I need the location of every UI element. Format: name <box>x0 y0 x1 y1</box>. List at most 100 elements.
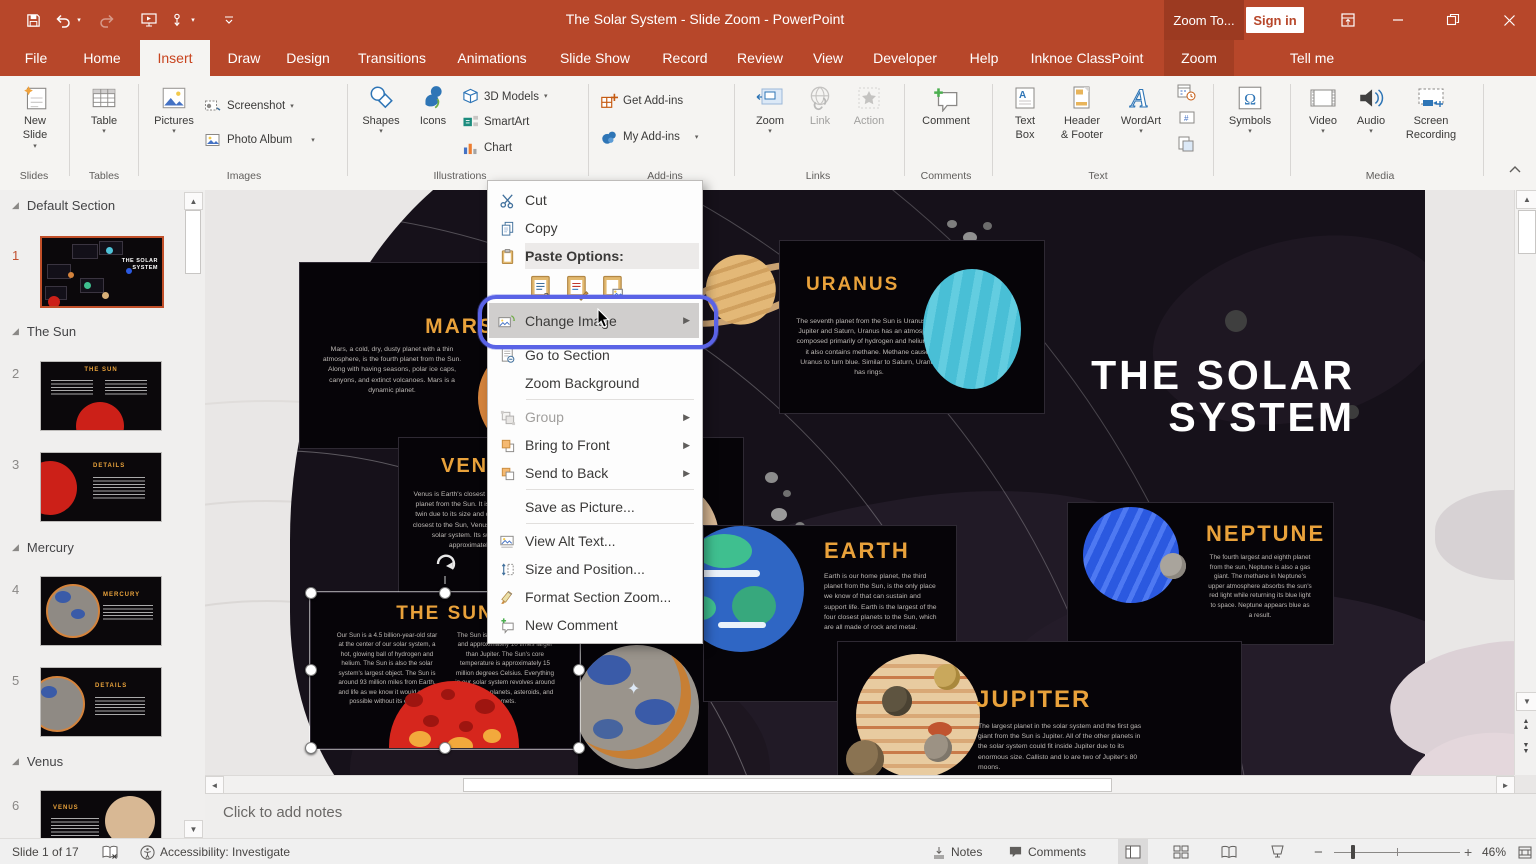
view-slide-sorter-button[interactable] <box>1166 839 1196 864</box>
panel-scroll-down-button[interactable]: ▼ <box>184 820 203 838</box>
screen-recording-button[interactable]: Screen Recording <box>1398 82 1464 143</box>
header-footer-button[interactable]: Header & Footer <box>1054 82 1110 143</box>
previous-slide-button[interactable]: ▲ ▲ <box>1516 714 1536 736</box>
tell-me-button[interactable]: Tell me <box>1282 40 1342 76</box>
spell-check-icon[interactable] <box>102 839 118 864</box>
selection-handle-mid-right[interactable] <box>573 664 585 676</box>
chart-button[interactable]: Chart <box>462 140 512 155</box>
tab-record[interactable]: Record <box>652 40 718 76</box>
slide-thumbnail-1[interactable]: THE SOLAR SYSTEM <box>40 236 164 308</box>
audio-button[interactable]: Audio ▾ <box>1350 82 1392 135</box>
video-button[interactable]: Video ▾ <box>1302 82 1344 135</box>
screenshot-button[interactable]: Screenshot ▾ <box>204 98 294 114</box>
tab-design[interactable]: Design <box>276 40 340 76</box>
notes-pane[interactable]: Click to add notes <box>205 793 1536 839</box>
comment-button[interactable]: Comment <box>916 82 976 128</box>
table-button[interactable]: Table ▾ <box>82 82 126 135</box>
selection-handle-bottom-mid[interactable] <box>439 742 451 754</box>
slide-thumbnail-5[interactable]: DETAILS <box>40 667 162 737</box>
menu-item-size-and-position[interactable]: Size and Position... <box>489 555 699 583</box>
tab-transitions[interactable]: Transitions <box>348 40 436 76</box>
selection-handle-bottom-right[interactable] <box>573 742 585 754</box>
new-slide-button[interactable]: New Slide ▾ <box>12 82 58 150</box>
smartart-button[interactable]: SmartArt <box>462 114 529 129</box>
menu-item-save-as-picture[interactable]: Save as Picture... <box>489 493 699 521</box>
vscroll-up-button[interactable]: ▲ <box>1516 190 1536 209</box>
tab-help[interactable]: Help <box>958 40 1010 76</box>
slide-indicator[interactable]: Slide 1 of 17 <box>12 839 79 864</box>
date-time-icon[interactable] <box>1176 82 1196 102</box>
selection-handle-bottom-left[interactable] <box>305 742 317 754</box>
section-header-mercury[interactable]: ◢ Mercury <box>12 540 74 555</box>
slide-number-icon[interactable]: # <box>1178 110 1196 126</box>
view-slideshow-button[interactable] <box>1262 839 1292 864</box>
tab-developer[interactable]: Developer <box>862 40 948 76</box>
section-header-the-sun[interactable]: ◢ The Sun <box>12 324 76 339</box>
tab-draw[interactable]: Draw <box>216 40 272 76</box>
jupiter-zoom-card[interactable]: JUPITER The largest planet in the solar … <box>837 641 1242 775</box>
comments-toggle-button[interactable]: Comments <box>1008 839 1086 864</box>
icons-button[interactable]: Icons <box>412 82 454 128</box>
slide-title[interactable]: THE SOLAR SYSTEM <box>1025 354 1355 439</box>
vscroll-down-button[interactable]: ▼ <box>1516 692 1536 711</box>
tab-home[interactable]: Home <box>72 40 132 76</box>
3d-models-button[interactable]: 3D Models ▾ <box>462 88 547 105</box>
tab-insert[interactable]: Insert <box>140 40 210 76</box>
fit-to-window-button[interactable] <box>1518 839 1532 864</box>
rotate-handle[interactable] <box>433 552 457 586</box>
wordart-button[interactable]: A WordArt ▾ <box>1114 82 1168 135</box>
collapse-ribbon-icon[interactable] <box>1508 164 1522 174</box>
ribbon-display-options-icon[interactable] <box>1325 0 1371 40</box>
menu-item-copy[interactable]: Copy <box>489 214 699 242</box>
shapes-button[interactable]: Shapes ▾ <box>356 82 406 135</box>
notes-placeholder[interactable]: Click to add notes <box>223 804 342 821</box>
menu-item-format-section-zoom[interactable]: Format Section Zoom... <box>489 583 699 611</box>
zoom-in-button[interactable]: + <box>1464 839 1472 864</box>
hscroll-thumb[interactable] <box>463 778 1112 792</box>
slide-thumbnail-4[interactable]: MERCURY <box>40 576 162 646</box>
next-slide-button[interactable]: ▼ ▼ <box>1516 738 1536 760</box>
tab-review[interactable]: Review <box>726 40 794 76</box>
view-normal-button[interactable] <box>1118 839 1148 864</box>
tab-zoom-contextual[interactable]: Zoom <box>1164 40 1234 76</box>
neptune-zoom-card[interactable]: NEPTUNE The fourth largest and eighth pl… <box>1067 502 1334 645</box>
tab-inknoe-classpoint[interactable]: Inknoe ClassPoint <box>1018 40 1156 76</box>
symbols-button[interactable]: Ω Symbols ▾ <box>1222 82 1278 135</box>
selection-handle-top-left[interactable] <box>305 587 317 599</box>
slide-thumbnail-2[interactable]: THE SUN <box>40 361 162 431</box>
menu-item-bring-to-front[interactable]: Bring to Front ▶ <box>489 431 699 459</box>
photo-album-button[interactable]: Photo Album ▾ <box>204 132 315 148</box>
zoom-to-button[interactable]: Zoom To... <box>1164 0 1244 40</box>
panel-scrollbar-thumb[interactable] <box>185 210 201 274</box>
menu-item-cut[interactable]: Cut <box>489 186 699 214</box>
slide-canvas[interactable]: THE SOLAR SYSTEM MARS Mars, a cold, dry,… <box>205 190 1514 775</box>
zoom-out-button[interactable]: − <box>1314 839 1323 864</box>
menu-item-view-alt-text[interactable]: View Alt Text... <box>489 527 699 555</box>
section-header-venus[interactable]: ◢ Venus <box>12 754 63 769</box>
tab-file[interactable]: File <box>14 40 58 76</box>
vscroll-thumb[interactable] <box>1518 210 1536 254</box>
zoom-slider-thumb[interactable] <box>1351 845 1355 859</box>
view-reading-button[interactable] <box>1214 839 1244 864</box>
action-button[interactable]: Action <box>846 82 892 128</box>
selection-handle-top-mid[interactable] <box>439 587 451 599</box>
uranus-zoom-card[interactable]: URANUS The seventh planet from the Sun i… <box>779 240 1045 414</box>
zoom-button[interactable]: Zoom ▾ <box>746 82 794 135</box>
zoom-level[interactable]: 46% <box>1482 839 1506 864</box>
menu-item-new-comment[interactable]: New Comment <box>489 611 699 639</box>
menu-item-group[interactable]: Group ▶ <box>489 403 699 431</box>
section-header-default[interactable]: ◢ Default Section <box>12 198 115 213</box>
sign-in-button[interactable]: Sign in <box>1246 7 1304 33</box>
pictures-button[interactable]: Pictures ▾ <box>150 82 198 135</box>
selection-handle-mid-left[interactable] <box>305 664 317 676</box>
object-icon[interactable] <box>1176 134 1196 154</box>
tab-slide-show[interactable]: Slide Show <box>548 40 642 76</box>
restore-button[interactable] <box>1430 0 1476 40</box>
minimize-button[interactable] <box>1375 0 1421 40</box>
get-addins-button[interactable]: Get Add-ins <box>600 92 683 110</box>
tab-animations[interactable]: Animations <box>446 40 538 76</box>
close-button[interactable] <box>1486 0 1532 40</box>
panel-scroll-up-button[interactable]: ▲ <box>184 192 203 210</box>
my-addins-button[interactable]: My Add-ins ▾ <box>600 128 698 146</box>
text-box-button[interactable]: A Text Box <box>1002 82 1048 143</box>
